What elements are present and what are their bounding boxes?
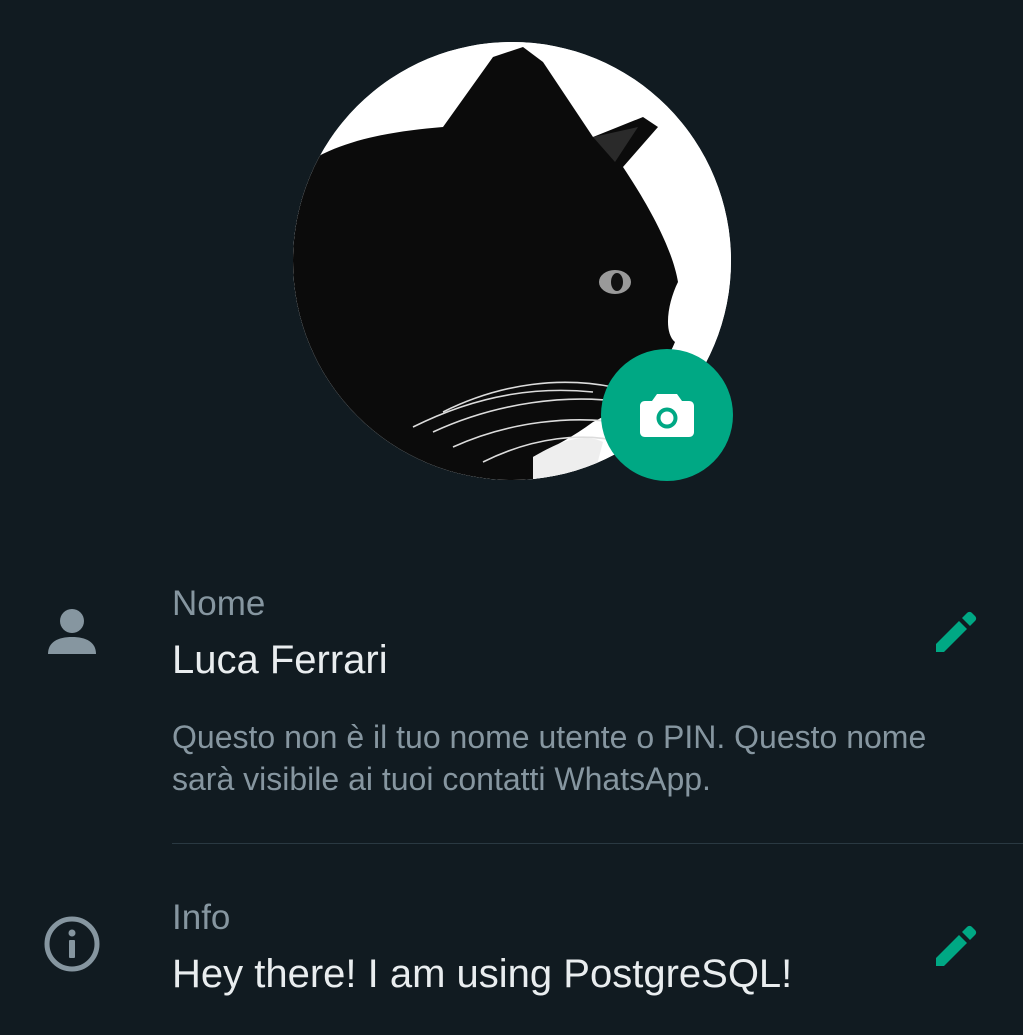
change-photo-button[interactable] — [601, 349, 733, 481]
info-value: Hey there! I am using PostgreSQL! — [172, 952, 793, 996]
info-icon — [42, 914, 102, 974]
profile-screen: Nome Luca Ferrari Questo non è il tuo no… — [0, 0, 1023, 1035]
edit-name-button[interactable] — [926, 604, 982, 660]
name-label: Nome — [172, 584, 266, 623]
pencil-icon — [936, 611, 977, 652]
pencil-icon — [936, 925, 977, 966]
camera-icon — [640, 394, 694, 437]
divider — [172, 843, 1023, 844]
person-icon — [44, 604, 100, 660]
name-value: Luca Ferrari — [172, 638, 388, 682]
info-label: Info — [172, 898, 231, 937]
name-hint-text: Questo non è il tuo nome utente o PIN. Q… — [172, 719, 927, 797]
edit-info-button[interactable] — [926, 918, 982, 974]
profile-photo-container — [293, 42, 733, 482]
